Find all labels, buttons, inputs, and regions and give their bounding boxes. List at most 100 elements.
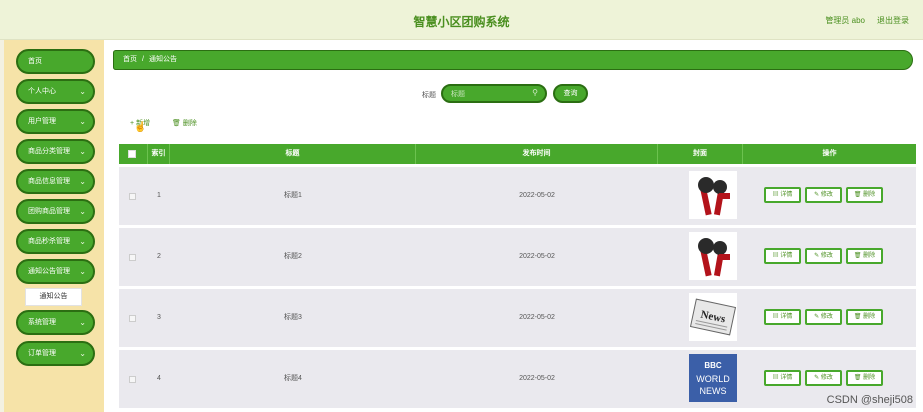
row-publish-time: 2022-05-02 bbox=[519, 314, 555, 321]
trash-icon: 🗑 bbox=[853, 314, 862, 320]
row-publish-time: 2022-05-02 bbox=[519, 192, 555, 199]
header-checkbox-cell bbox=[119, 144, 148, 164]
chevron-down-icon: ⌄ bbox=[79, 318, 86, 327]
edit-label: 修改 bbox=[820, 192, 833, 198]
logout-link[interactable]: 退出登录 bbox=[877, 15, 909, 26]
sidebar-item-label: 商品分类管理 bbox=[28, 148, 70, 155]
sidebar-item-category-management[interactable]: 商品分类管理 ⌄ bbox=[16, 139, 95, 164]
edit-icon: ✎ bbox=[814, 375, 820, 381]
trash-icon: 🗑 bbox=[853, 375, 862, 381]
detail-icon: ▤ bbox=[772, 314, 779, 320]
batch-delete-label: 删除 bbox=[182, 120, 197, 127]
svg-text:NEWS: NEWS bbox=[700, 386, 727, 396]
chevron-down-icon: ⌄ bbox=[79, 349, 86, 358]
column-header-publish-time: 发布时间 bbox=[416, 144, 658, 164]
sidebar-item-label: 用户管理 bbox=[28, 118, 56, 125]
row-checkbox[interactable] bbox=[129, 193, 136, 200]
row-title: 标题1 bbox=[284, 192, 302, 199]
sidebar-item-home[interactable]: 首页 bbox=[16, 49, 95, 74]
column-header-cover: 封面 bbox=[658, 144, 743, 164]
sidebar-item-label: 订单管理 bbox=[28, 350, 56, 357]
delete-button[interactable]: 🗑 删除 bbox=[846, 370, 883, 386]
detail-button[interactable]: ▤ 详情 bbox=[764, 248, 801, 264]
app-title: 智慧小区团购系统 bbox=[413, 15, 510, 29]
delete-label: 删除 bbox=[863, 192, 876, 198]
sidebar-subitem-notice[interactable]: 通知公告 bbox=[25, 288, 82, 306]
sidebar-item-label: 团购商品管理 bbox=[28, 208, 70, 215]
row-title: 标题3 bbox=[284, 314, 302, 321]
edit-button[interactable]: ✎ 修改 bbox=[805, 309, 842, 325]
search-field[interactable]: ⚲ bbox=[441, 84, 547, 103]
row-checkbox[interactable] bbox=[129, 315, 136, 322]
sidebar-item-notice-management[interactable]: 通知公告管理 ⌄ bbox=[16, 259, 95, 284]
breadcrumb-separator: / bbox=[142, 56, 144, 63]
edit-icon: ✎ bbox=[814, 192, 820, 198]
edit-button[interactable]: ✎ 修改 bbox=[805, 370, 842, 386]
row-checkbox[interactable] bbox=[129, 376, 136, 383]
sidebar-item-user-management[interactable]: 用户管理 ⌄ bbox=[16, 109, 95, 134]
breadcrumb-home[interactable]: 首页 bbox=[123, 56, 137, 63]
sidebar-item-system-management[interactable]: 系统管理 ⌄ bbox=[16, 310, 95, 335]
sidebar: 首页 个人中心 ⌄ 用户管理 ⌄ 商品分类管理 ⌄ 商品信息管理 ⌄ 团购商品管理 ⌄ 商… bbox=[4, 40, 104, 412]
detail-label: 详情 bbox=[780, 375, 793, 381]
detail-button[interactable]: ▤ 详情 bbox=[764, 309, 801, 325]
row-publish-time: 2022-05-02 bbox=[519, 375, 555, 382]
sidebar-item-label: 商品信息管理 bbox=[28, 178, 70, 185]
detail-button[interactable]: ▤ 详情 bbox=[764, 187, 801, 203]
detail-button[interactable]: ▤ 详情 bbox=[764, 370, 801, 386]
current-user: 管理员 abo bbox=[825, 16, 865, 25]
table-row: 3 标题3 2022-05-02 News ▤ 详情 ✎ 修改 🗑 删除 bbox=[119, 289, 916, 347]
edit-label: 修改 bbox=[820, 253, 833, 259]
edit-button[interactable]: ✎ 修改 bbox=[805, 248, 842, 264]
row-index: 3 bbox=[157, 314, 161, 321]
delete-label: 删除 bbox=[863, 314, 876, 320]
sidebar-item-label: 系统管理 bbox=[28, 319, 56, 326]
table-row: 1 标题1 2022-05-02 ▤ 详情 ✎ 修改 🗑 删除 bbox=[119, 167, 916, 225]
trash-icon: 🗑 bbox=[853, 253, 862, 259]
edit-label: 修改 bbox=[820, 314, 833, 320]
cover-microphone-image[interactable] bbox=[689, 171, 737, 219]
row-checkbox[interactable] bbox=[129, 254, 136, 261]
delete-button[interactable]: 🗑 删除 bbox=[846, 309, 883, 325]
row-publish-time: 2022-05-02 bbox=[519, 253, 555, 260]
trash-icon: 🗑 bbox=[172, 120, 181, 127]
detail-label: 详情 bbox=[780, 314, 793, 320]
breadcrumb-current: 通知公告 bbox=[148, 56, 177, 63]
cover-newspaper-image[interactable]: News bbox=[689, 293, 737, 341]
cover-microphone-image[interactable] bbox=[689, 232, 737, 280]
column-header-actions: 操作 bbox=[822, 150, 837, 157]
chevron-down-icon: ⌄ bbox=[79, 267, 86, 276]
search-input[interactable] bbox=[451, 88, 531, 100]
chevron-down-icon: ⌄ bbox=[79, 87, 86, 96]
delete-button[interactable]: 🗑 删除 bbox=[846, 248, 883, 264]
delete-button[interactable]: 🗑 删除 bbox=[846, 187, 883, 203]
edit-button[interactable]: ✎ 修改 bbox=[805, 187, 842, 203]
sidebar-item-flash-sale-management[interactable]: 商品秒杀管理 ⌄ bbox=[16, 229, 95, 254]
search-button[interactable]: 查询 bbox=[553, 84, 588, 103]
select-all-checkbox[interactable] bbox=[128, 150, 136, 158]
edit-icon: ✎ bbox=[814, 253, 820, 259]
detail-icon: ▤ bbox=[772, 253, 779, 259]
table-header: 索引 标题 发布时间 封面 操作 bbox=[119, 144, 916, 164]
sidebar-item-personal-center[interactable]: 个人中心 ⌄ bbox=[16, 79, 95, 104]
sidebar-item-product-management[interactable]: 商品信息管理 ⌄ bbox=[16, 169, 95, 194]
trash-icon: 🗑 bbox=[853, 192, 862, 198]
table-row: 4 标题4 2022-05-02 BBC WORLD NEWS ▤ 详情 ✎ 修… bbox=[119, 350, 916, 408]
sidebar-item-order-management[interactable]: 订单管理 ⌄ bbox=[16, 341, 95, 366]
detail-icon: ▤ bbox=[772, 375, 779, 381]
row-index: 2 bbox=[157, 253, 161, 260]
sidebar-item-group-buy-management[interactable]: 团购商品管理 ⌄ bbox=[16, 199, 95, 224]
search-icon: ⚲ bbox=[532, 88, 538, 97]
hand-cursor-icon: ☝ bbox=[134, 122, 147, 133]
row-index: 1 bbox=[157, 192, 161, 199]
main-content: 首页/通知公告 标题 ⚲ 查询 + 新增 🗑 删除 ☝ 索引 标题 发布时间 封… bbox=[104, 40, 923, 412]
edit-label: 修改 bbox=[820, 375, 833, 381]
chevron-down-icon: ⌄ bbox=[79, 117, 86, 126]
table-row: 2 标题2 2022-05-02 ▤ 详情 ✎ 修改 🗑 删除 bbox=[119, 228, 916, 286]
breadcrumb: 首页 / 通知公告 bbox=[113, 50, 913, 70]
cover-world-news-image[interactable]: BBC WORLD NEWS bbox=[689, 354, 737, 402]
batch-delete-button[interactable]: 🗑 删除 bbox=[172, 118, 197, 128]
chevron-down-icon: ⌄ bbox=[79, 147, 86, 156]
detail-label: 详情 bbox=[780, 192, 793, 198]
watermark: CSDN @sheji508 bbox=[826, 394, 913, 406]
